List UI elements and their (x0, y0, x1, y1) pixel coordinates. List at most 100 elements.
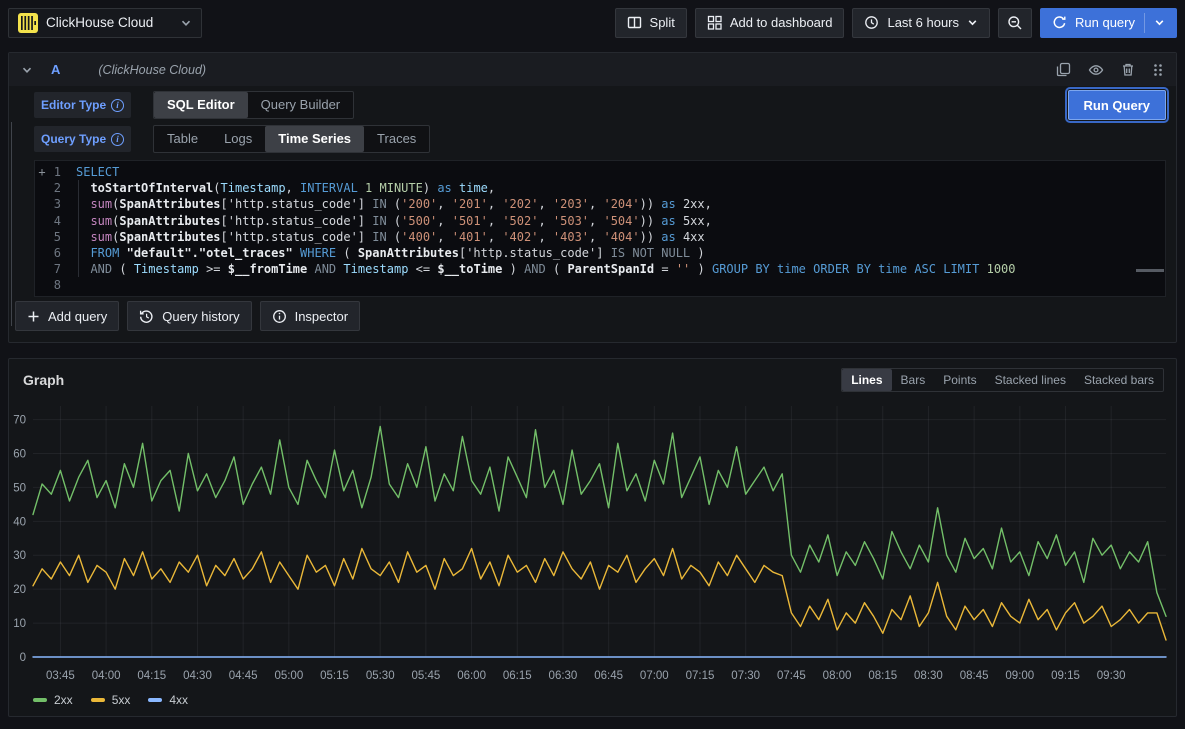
line-number: 4 (48, 213, 61, 229)
eye-icon[interactable] (1088, 62, 1104, 78)
legend-item-4xx[interactable]: 4xx (148, 693, 188, 707)
chevron-down-icon[interactable] (1154, 17, 1165, 28)
legend-swatch (33, 698, 47, 702)
code-line: 5 sum(SpanAttributes['http.status_code']… (35, 229, 1165, 245)
query-type-option-traces[interactable]: Traces (364, 126, 429, 152)
graph-mode-stacked-bars[interactable]: Stacked bars (1075, 369, 1163, 391)
datasource-name: ClickHouse Cloud (46, 15, 172, 30)
x-tick-label: 09:15 (1051, 670, 1080, 682)
editor-type-option-query-builder[interactable]: Query Builder (248, 92, 353, 118)
clickhouse-logo-icon (18, 13, 38, 33)
topbar: ClickHouse Cloud Split Add to dashboard … (0, 0, 1185, 45)
x-tick-label: 08:00 (823, 670, 852, 682)
x-tick-label: 06:30 (549, 670, 578, 682)
gutter-spacer (36, 277, 48, 293)
graph-mode-points[interactable]: Points (934, 369, 985, 391)
x-tick-label: 06:45 (594, 670, 623, 682)
collapse-chevron-icon[interactable] (21, 64, 33, 76)
query-type-chip: Query Type i (34, 126, 131, 152)
time-range-label: Last 6 hours (887, 15, 959, 30)
add-query-button[interactable]: Add query (15, 301, 119, 331)
history-icon (139, 309, 154, 324)
x-tick-label: 04:15 (137, 670, 166, 682)
query-editor-panel: A (ClickHouse Cloud) Editor Type i SQL E (8, 52, 1177, 343)
inspector-label: Inspector (295, 309, 348, 324)
duplicate-icon[interactable] (1056, 62, 1071, 77)
zoom-out-button[interactable] (998, 8, 1032, 38)
split-button[interactable]: Split (615, 8, 687, 38)
line-number: 6 (48, 245, 61, 261)
topbar-actions: Split Add to dashboard Last 6 hours (615, 8, 1177, 38)
graph-panel: Graph LinesBarsPointsStacked linesStacke… (8, 358, 1177, 717)
query-ref-id: A (51, 62, 60, 77)
scrollbar-thumb[interactable] (1136, 269, 1164, 272)
graph-mode-group: LinesBarsPointsStacked linesStacked bars (841, 368, 1164, 392)
sync-icon (1052, 15, 1067, 30)
gutter-spacer (36, 196, 48, 212)
time-series-chart[interactable]: 03:4504:0004:1504:3004:4505:0005:1505:30… (9, 395, 1173, 689)
query-type-option-time-series[interactable]: Time Series (265, 126, 364, 152)
info-icon[interactable]: i (111, 99, 124, 112)
line-number: 2 (48, 180, 61, 196)
add-to-dashboard-button[interactable]: Add to dashboard (695, 8, 845, 38)
chevron-down-icon (180, 17, 192, 29)
y-tick-label: 0 (20, 652, 26, 664)
code-line: 4 sum(SpanAttributes['http.status_code']… (35, 213, 1165, 229)
line-number: 8 (48, 277, 61, 293)
trash-icon[interactable] (1121, 62, 1135, 77)
plus-icon (27, 310, 40, 323)
datasource-picker[interactable]: ClickHouse Cloud (8, 8, 202, 38)
query-row-header[interactable]: A (ClickHouse Cloud) (9, 53, 1176, 86)
x-tick-label: 04:45 (229, 670, 258, 682)
inspector-button[interactable]: Inspector (260, 301, 360, 331)
gutter-spacer (36, 261, 48, 277)
split-icon (627, 15, 642, 30)
x-tick-label: 09:30 (1097, 670, 1126, 682)
query-history-button[interactable]: Query history (127, 301, 251, 331)
query-actions-row: Add query Query history Inspector (15, 301, 360, 331)
apps-icon (707, 15, 722, 30)
query-row-guide-line (11, 122, 12, 326)
add-to-dashboard-label: Add to dashboard (730, 15, 833, 30)
editor-type-label: Editor Type (41, 98, 106, 112)
editor-type-chip: Editor Type i (34, 92, 131, 118)
editor-type-option-sql-editor[interactable]: SQL Editor (154, 92, 248, 118)
run-query-panel-button[interactable]: Run Query (1068, 90, 1166, 120)
x-tick-label: 08:15 (868, 670, 897, 682)
query-type-option-table[interactable]: Table (154, 126, 211, 152)
graph-mode-stacked-lines[interactable]: Stacked lines (986, 369, 1075, 391)
chevron-down-icon (967, 17, 978, 28)
x-tick-label: 05:45 (412, 670, 441, 682)
query-datasource-hint: (ClickHouse Cloud) (98, 63, 206, 77)
x-tick-label: 09:00 (1005, 670, 1034, 682)
graph-mode-lines[interactable]: Lines (842, 369, 891, 391)
query-row-actions (1056, 62, 1164, 78)
y-tick-label: 30 (13, 550, 26, 562)
y-tick-label: 40 (13, 516, 26, 528)
y-tick-label: 70 (13, 415, 26, 427)
sql-code-editor[interactable]: +1SELECT2 toStartOfInterval(Timestamp, I… (34, 160, 1166, 297)
legend-item-5xx[interactable]: 5xx (91, 693, 131, 707)
x-tick-label: 04:00 (92, 670, 121, 682)
graph-mode-bars[interactable]: Bars (892, 369, 935, 391)
time-range-picker[interactable]: Last 6 hours (852, 8, 990, 38)
chart-legend: 2xx 5xx 4xx (33, 693, 1176, 707)
x-tick-label: 03:45 (46, 670, 75, 682)
code-line: 3 sum(SpanAttributes['http.status_code']… (35, 196, 1165, 212)
run-query-button[interactable]: Run query (1040, 8, 1177, 38)
legend-item-2xx[interactable]: 2xx (33, 693, 73, 707)
gutter-spacer (36, 229, 48, 245)
legend-label: 4xx (169, 693, 188, 707)
code-line: 8 (35, 277, 1165, 293)
info-icon[interactable]: i (111, 133, 124, 146)
query-type-option-logs[interactable]: Logs (211, 126, 265, 152)
code-line: 6 FROM "default"."otel_traces" WHERE ( S… (35, 245, 1165, 261)
info-circle-icon (272, 309, 287, 324)
graph-header: Graph LinesBarsPointsStacked linesStacke… (9, 359, 1176, 392)
add-line-icon[interactable]: + (36, 164, 48, 180)
legend-label: 5xx (112, 693, 131, 707)
y-tick-label: 50 (13, 482, 26, 494)
drag-handle-icon[interactable] (1152, 63, 1164, 77)
x-tick-label: 08:45 (960, 670, 989, 682)
gutter-spacer (36, 245, 48, 261)
